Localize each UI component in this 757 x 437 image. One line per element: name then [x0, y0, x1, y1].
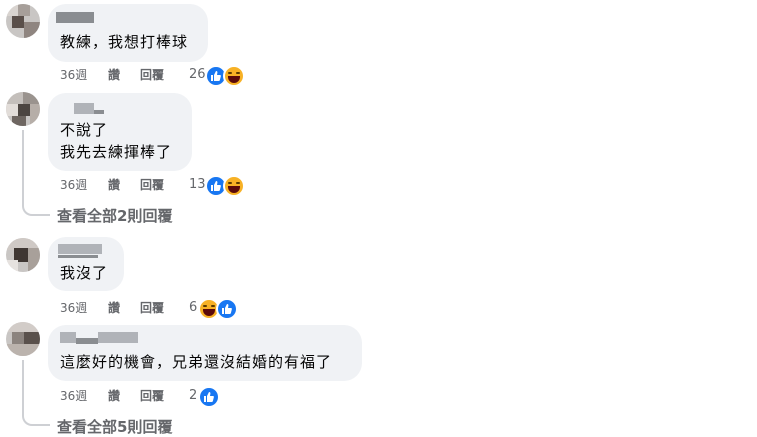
reply-button[interactable]: 回覆: [140, 177, 164, 193]
reply-button[interactable]: 回覆: [140, 67, 164, 83]
comment-thread: 教練，我想打棒球 36週 讚 回覆 26 不說了 我先去練揮棒了 36週 讚 回…: [0, 0, 757, 437]
haha-icon: [223, 65, 245, 87]
author-name-blurred[interactable]: [58, 244, 102, 254]
haha-icon: [223, 175, 245, 197]
avatar[interactable]: [6, 322, 40, 356]
avatar[interactable]: [6, 4, 40, 38]
reaction-summary[interactable]: 26: [186, 65, 250, 87]
reaction-count: 13: [189, 177, 206, 192]
author-name-blurred[interactable]: [98, 332, 138, 343]
comment-text: 不說了: [60, 121, 109, 139]
comment-bubble: 不說了 我先去練揮棒了: [48, 93, 192, 171]
reaction-count: 26: [189, 67, 206, 82]
reaction-count: 2: [189, 388, 198, 403]
reply-thread-line: [22, 130, 50, 216]
view-replies-link[interactable]: 查看全部5則回覆: [57, 416, 172, 437]
author-name-blurred[interactable]: [60, 332, 76, 343]
reply-thread-line: [22, 360, 50, 426]
timestamp[interactable]: 36週: [60, 300, 87, 316]
avatar[interactable]: [6, 92, 40, 126]
comment-bubble: 這麼好的機會，兄弟還沒結婚的有福了: [48, 325, 362, 381]
reply-button[interactable]: 回覆: [140, 300, 164, 316]
like-button[interactable]: 讚: [108, 388, 120, 404]
author-name-blurred[interactable]: [94, 110, 104, 114]
comment-bubble: 教練，我想打棒球: [48, 4, 208, 62]
comment-text: 教練，我想打棒球: [60, 33, 189, 51]
like-icon: [198, 386, 220, 408]
comment-text: 我先去練揮棒了: [60, 143, 173, 161]
author-name-blurred[interactable]: [76, 338, 98, 344]
reply-button[interactable]: 回覆: [140, 388, 164, 404]
author-name-blurred[interactable]: [56, 12, 94, 23]
comment-actions: 36週 讚 回覆: [60, 388, 260, 404]
timestamp[interactable]: 36週: [60, 67, 87, 83]
like-button[interactable]: 讚: [108, 300, 120, 316]
like-icon: [216, 298, 238, 320]
like-button[interactable]: 讚: [108, 67, 120, 83]
author-name-blurred[interactable]: [74, 103, 94, 114]
reaction-summary[interactable]: 13: [186, 175, 250, 197]
reaction-summary[interactable]: 2: [186, 386, 226, 408]
reaction-summary[interactable]: 6: [186, 298, 246, 320]
comment-text: 這麼好的機會，兄弟還沒結婚的有福了: [60, 353, 333, 371]
avatar[interactable]: [6, 238, 40, 272]
timestamp[interactable]: 36週: [60, 177, 87, 193]
comment-bubble: 我沒了: [48, 237, 124, 291]
comment-text: 我沒了: [60, 264, 109, 282]
reaction-count: 6: [189, 300, 198, 315]
view-replies-link[interactable]: 查看全部2則回覆: [57, 205, 172, 226]
like-button[interactable]: 讚: [108, 177, 120, 193]
author-name-blurred[interactable]: [58, 255, 98, 258]
timestamp[interactable]: 36週: [60, 388, 87, 404]
